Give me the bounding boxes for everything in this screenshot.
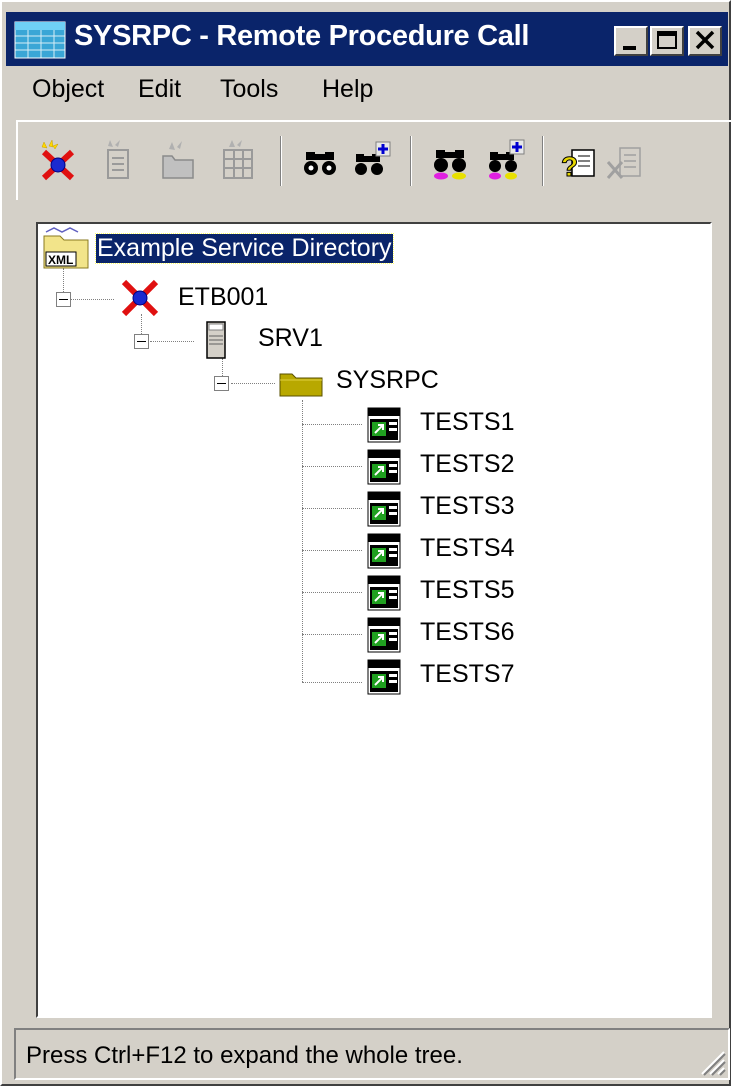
tree-node-root[interactable]: Example Service Directory — [95, 233, 394, 264]
tree-connector — [302, 550, 362, 551]
disabled-grid-icon — [223, 140, 253, 179]
tree-connector — [302, 424, 362, 425]
tree-node-program[interactable]: TESTS3 — [420, 492, 514, 521]
app-icon — [14, 21, 66, 59]
tree-node-program[interactable]: TESTS2 — [420, 450, 514, 479]
tree-node-program[interactable]: TESTS7 — [420, 660, 514, 689]
tree-connector — [150, 341, 194, 342]
status-text: Press Ctrl+F12 to expand the whole tree. — [26, 1042, 463, 1069]
tree-node-library[interactable]: SYSRPC — [336, 366, 439, 395]
binoculars-color-icon[interactable] — [430, 138, 470, 182]
program-icon — [367, 659, 401, 695]
program-icon — [367, 575, 401, 611]
service-directory-tree[interactable]: XML Example Service Directory ETB001 SRV… — [36, 222, 712, 1018]
binoculars-icon[interactable] — [300, 138, 340, 182]
tree-connector — [302, 508, 362, 509]
binoculars-add-icon[interactable] — [352, 138, 392, 182]
menu-help[interactable]: Help — [322, 75, 373, 104]
disabled-doc-icon — [107, 140, 129, 179]
toolbar-separator — [280, 136, 282, 186]
window-title: SYSRPC - Remote Procedure Call — [74, 20, 530, 52]
server-icon — [206, 321, 226, 359]
tree-node-program[interactable]: TESTS6 — [420, 618, 514, 647]
toolbar-separator — [542, 136, 544, 186]
program-icon — [367, 407, 401, 443]
collapse-toggle[interactable] — [134, 334, 149, 349]
tree-connector — [222, 358, 223, 376]
tree-connector — [302, 634, 362, 635]
tree-connector — [70, 299, 114, 300]
maximize-icon — [657, 31, 677, 49]
menu-tools[interactable]: Tools — [220, 75, 278, 104]
help-icon[interactable]: ? — [558, 138, 598, 182]
menu-bar: Object Edit Tools Help — [6, 68, 728, 114]
menu-object[interactable]: Object — [32, 75, 104, 104]
collapse-toggle[interactable] — [214, 376, 229, 391]
tree-connector — [231, 383, 275, 384]
title-bar[interactable]: SYSRPC - Remote Procedure Call — [6, 12, 728, 66]
tree-node-program[interactable]: TESTS1 — [420, 408, 514, 437]
disabled-close-icon — [606, 147, 641, 179]
tree-connector — [302, 592, 362, 593]
program-icon — [367, 617, 401, 653]
minimize-icon — [623, 46, 636, 50]
svg-text:XML: XML — [48, 253, 73, 267]
program-icon — [367, 533, 401, 569]
close-button[interactable] — [688, 26, 722, 56]
application-window: SYSRPC - Remote Procedure Call Object Ed… — [0, 0, 731, 1086]
collapse-toggle[interactable] — [56, 292, 71, 307]
program-icon — [367, 449, 401, 485]
disabled-folder-icon — [162, 141, 194, 179]
menu-edit[interactable]: Edit — [138, 75, 181, 104]
tree-node-program[interactable]: TESTS4 — [420, 534, 514, 563]
tree-connector — [302, 682, 362, 683]
tree-connector — [302, 466, 362, 467]
tree-node-broker[interactable]: ETB001 — [178, 283, 268, 312]
new-broker-icon[interactable] — [38, 138, 78, 182]
tree-connector — [302, 400, 303, 682]
status-bar: Press Ctrl+F12 to expand the whole tree. — [14, 1028, 730, 1080]
minimize-button[interactable] — [614, 26, 648, 56]
tree-node-server[interactable]: SRV1 — [258, 324, 323, 353]
broker-icon — [121, 279, 159, 317]
binoculars-color-add-icon[interactable] — [486, 138, 526, 182]
xml-folder-icon: XML — [43, 227, 89, 269]
close-icon — [695, 30, 715, 50]
svg-text:?: ? — [561, 151, 578, 182]
toolbar-separator — [410, 136, 412, 186]
resize-grip-icon[interactable] — [696, 1046, 726, 1076]
maximize-button[interactable] — [650, 26, 684, 56]
tree-connector — [63, 268, 64, 292]
folder-icon — [279, 373, 323, 397]
program-icon — [367, 491, 401, 527]
toolbar: ? — [16, 120, 731, 200]
tree-node-program[interactable]: TESTS5 — [420, 576, 514, 605]
